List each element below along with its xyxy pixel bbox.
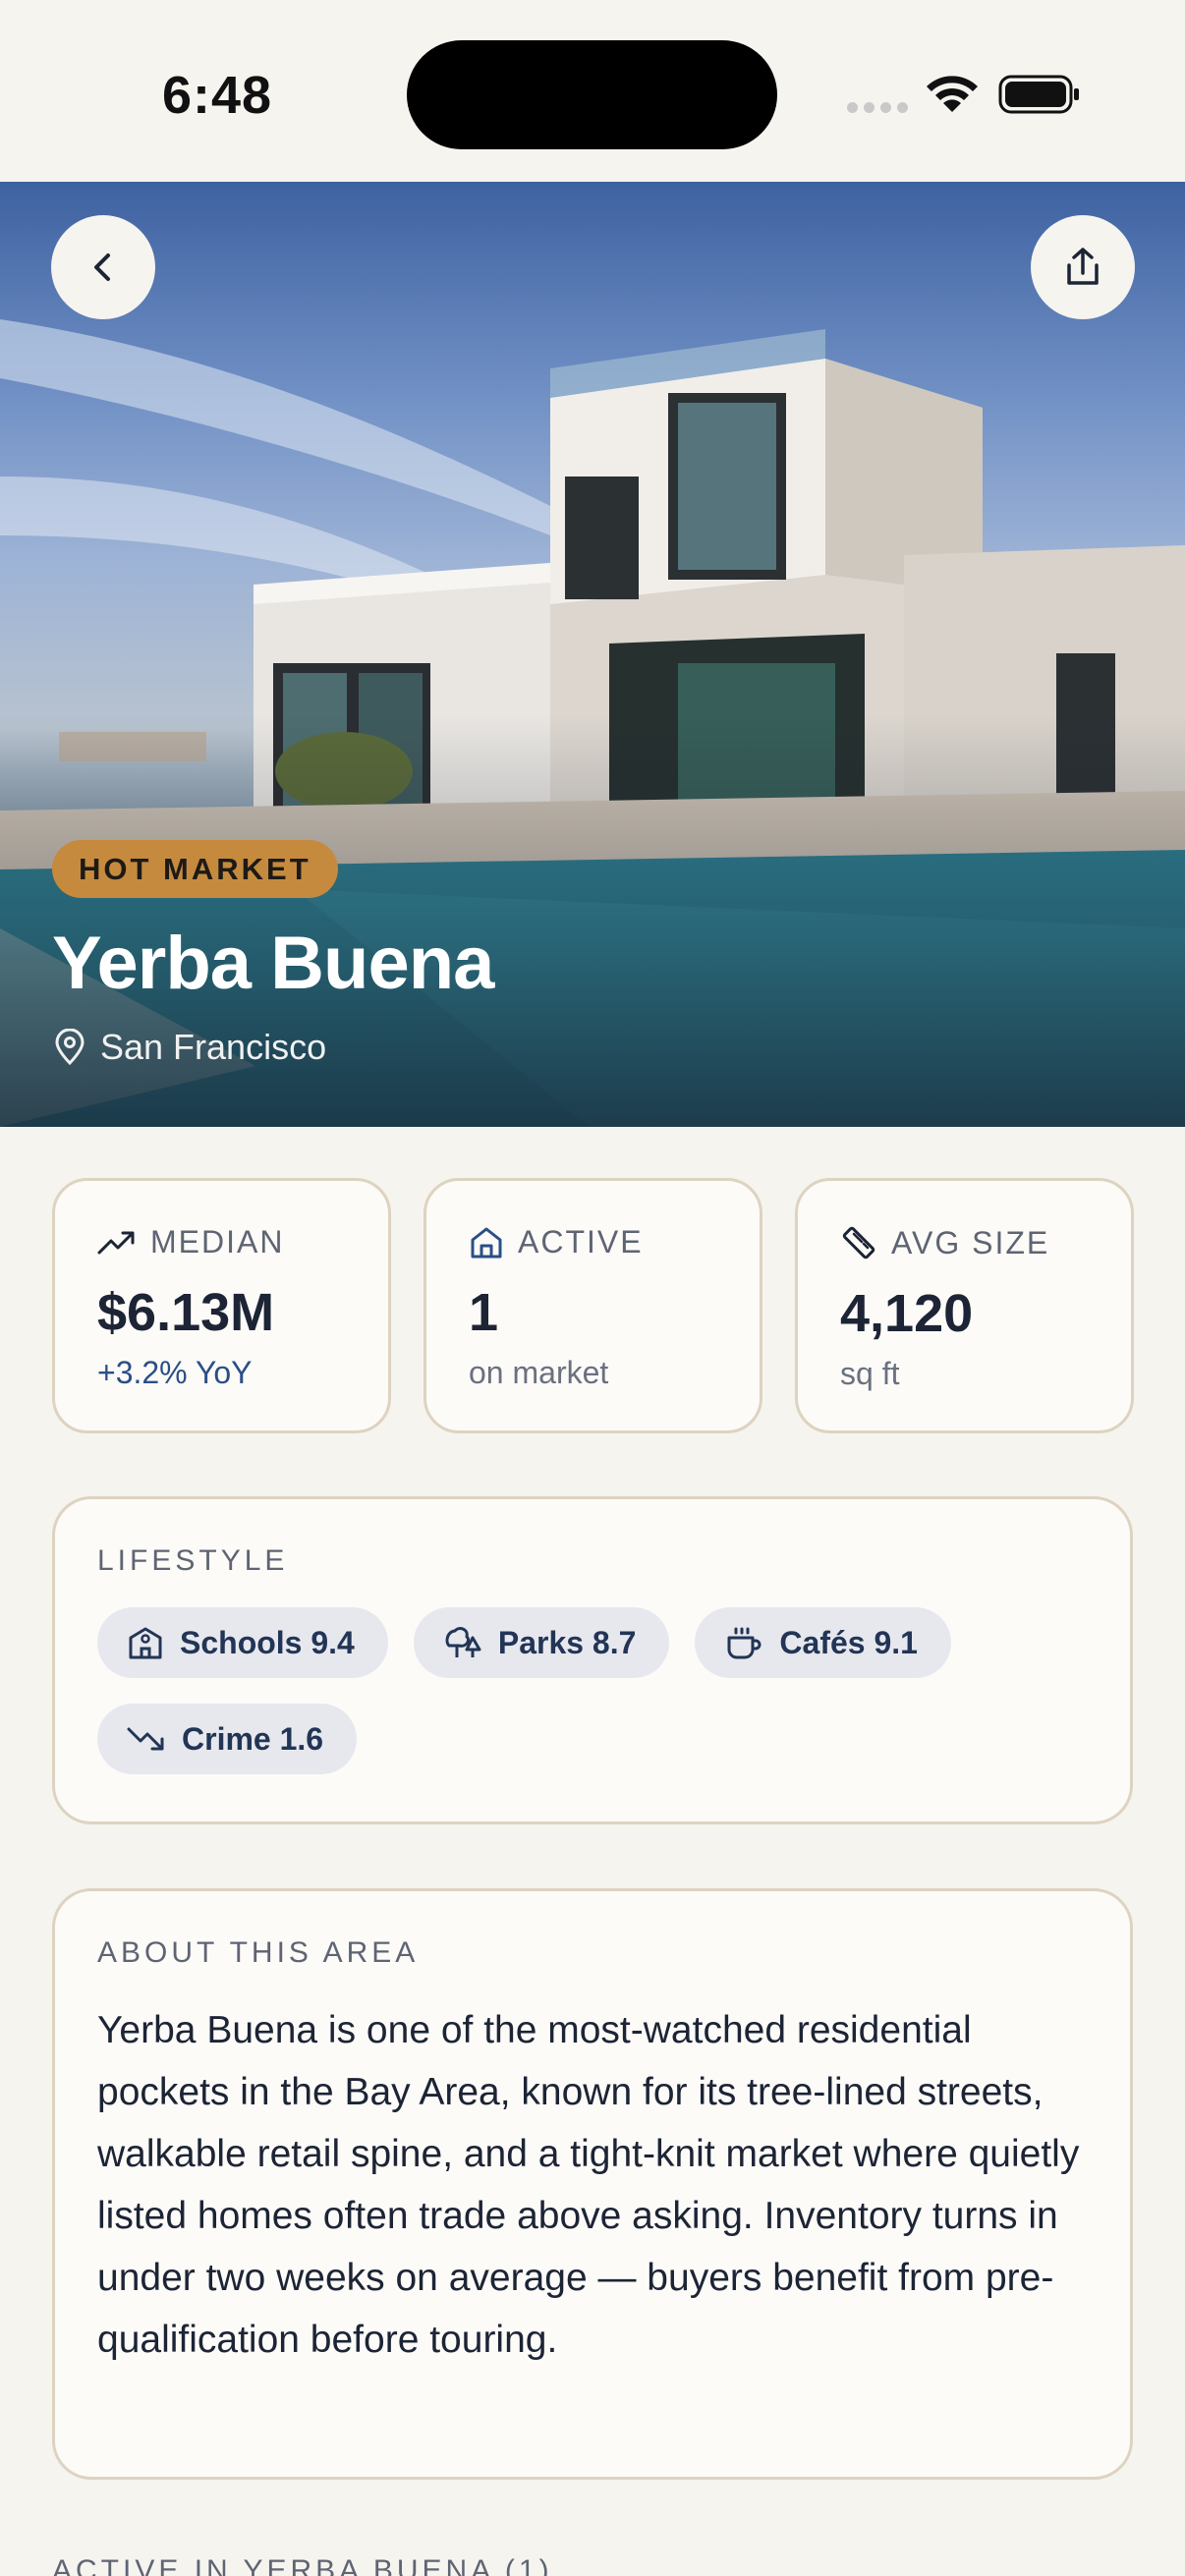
status-bar: 6:48 [0, 0, 1185, 182]
stat-card-median: MEDIAN $6.13M +3.2% YoY [52, 1178, 391, 1433]
stat-value: $6.13M [97, 1283, 275, 1342]
chip-parks[interactable]: Parks 8.7 [413, 1607, 670, 1678]
wifi-icon [927, 76, 978, 112]
chip-crime[interactable]: Crime 1.6 [97, 1704, 358, 1774]
share-icon [1067, 248, 1099, 285]
home-icon [471, 1227, 502, 1258]
chip-label: Cafés 9.1 [779, 1624, 918, 1660]
location-text: San Francisco [100, 1027, 327, 1067]
ruler-icon [842, 1226, 875, 1260]
chip-label: Schools 9.4 [180, 1624, 355, 1660]
stat-value: 4,120 [840, 1284, 974, 1343]
about-text: Yerba Buena is one of the most-watched r… [97, 2009, 1080, 2361]
school-icon [129, 1627, 162, 1659]
stat-card-avg-size: AVG SIZE 4,120 sq ft [795, 1178, 1134, 1433]
stat-label: AVG SIZE [891, 1224, 1050, 1260]
trending-up-icon [97, 1231, 135, 1254]
cellular-signal-icon [847, 102, 908, 113]
stat-card-active: ACTIVE 1 on market [423, 1178, 762, 1433]
stat-sub: sq ft [840, 1356, 900, 1391]
stat-value: 1 [469, 1283, 499, 1342]
coffee-icon [727, 1627, 762, 1659]
lifestyle-card: LIFESTYLE Schools 9.4 Parks 8.7 Cafés 9. [52, 1496, 1133, 1824]
dynamic-island [407, 40, 777, 149]
lifestyle-chips: Schools 9.4 Parks 8.7 Cafés 9.1 Crime 1.… [97, 1607, 1080, 1774]
trending-down-icon [127, 1727, 164, 1751]
about-label: ABOUT THIS AREA [97, 1936, 420, 1969]
hero-image: HOT MARKET Yerba Buena San Francisco [0, 182, 1185, 1127]
chip-label: Parks 8.7 [497, 1624, 637, 1660]
chip-cafes[interactable]: Cafés 9.1 [695, 1607, 951, 1678]
status-time: 6:48 [162, 66, 273, 125]
stat-label: MEDIAN [150, 1224, 285, 1260]
location-line: San Francisco [53, 1027, 326, 1068]
stat-sub: on market [469, 1355, 609, 1390]
stat-sub: +3.2% YoY [97, 1355, 253, 1390]
map-pin-icon [55, 1029, 85, 1066]
chip-label: Crime 1.6 [182, 1720, 324, 1757]
stat-label: ACTIVE [518, 1224, 644, 1260]
trees-icon [445, 1627, 481, 1657]
chevron-left-icon [94, 253, 110, 281]
share-button[interactable] [1031, 215, 1135, 319]
back-button[interactable] [51, 215, 155, 319]
chip-schools[interactable]: Schools 9.4 [97, 1607, 388, 1678]
battery-icon [998, 75, 1079, 114]
stats-row: MEDIAN $6.13M +3.2% YoY ACTIVE 1 on mark… [52, 1178, 1134, 1433]
lifestyle-label: LIFESTYLE [97, 1544, 289, 1577]
hot-market-badge: HOT MARKET [52, 840, 338, 898]
neighborhood-title: Yerba Buena [52, 922, 494, 1005]
about-card: ABOUT THIS AREA Yerba Buena is one of th… [52, 1888, 1133, 2480]
listings-section-heading: ACTIVE IN YERBA BUENA (1) [52, 2554, 553, 2576]
